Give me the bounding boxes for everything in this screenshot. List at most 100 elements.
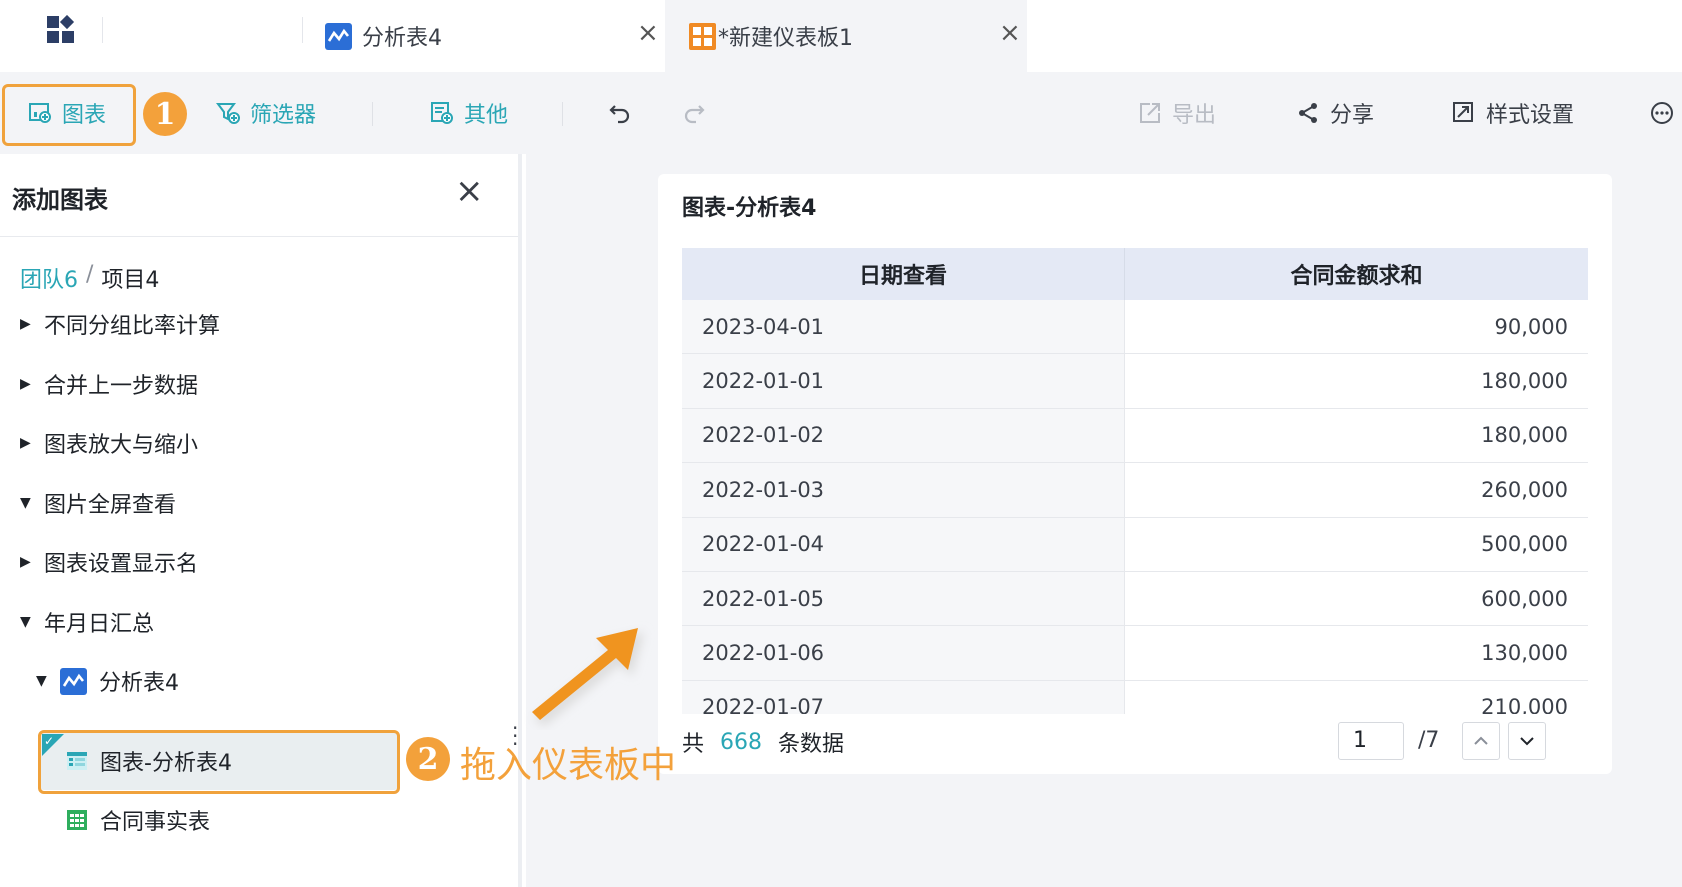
toolbar-divider [562, 102, 563, 126]
date-cell: 2023-04-01 [682, 300, 1125, 354]
table-row: 2022-01-03 260,000 [682, 463, 1588, 518]
other-button-label: 其他 [464, 103, 509, 128]
date-cell: 2022-01-06 [682, 626, 1125, 680]
tab-divider [302, 17, 303, 43]
tree-folder[interactable]: ▶ 图表放大与缩小 [20, 425, 198, 461]
column-header[interactable]: 合同金额求和 [1125, 248, 1588, 300]
panel-divider [0, 236, 518, 237]
redo-icon [684, 105, 705, 124]
next-page-button[interactable] [1508, 722, 1546, 760]
caret-right-icon[interactable]: ▶ [20, 554, 38, 570]
caret-right-icon[interactable]: ▶ [20, 435, 38, 451]
prev-page-button[interactable] [1462, 722, 1500, 760]
export-button[interactable]: 导出 [1138, 72, 1216, 154]
add-other-icon [431, 102, 453, 124]
share-button[interactable]: 分享 [1296, 72, 1374, 154]
page-total: /7 [1418, 728, 1440, 753]
caret-right-icon[interactable]: ▶ [20, 316, 38, 332]
data-table: 日期查看 合同金额求和 2023-04-01 90,000 2022-01-01… [682, 248, 1588, 714]
table-row: 2022-01-06 130,000 [682, 626, 1588, 681]
apps-grid-icon[interactable] [46, 14, 76, 45]
caret-down-icon[interactable]: ▼ [20, 614, 38, 630]
annotation-text: 拖入仪表板中 [460, 745, 677, 786]
date-cell: 2022-01-05 [682, 571, 1125, 626]
undo-button[interactable] [608, 72, 642, 154]
record-count: 668 [720, 729, 763, 755]
tab-analysis-4[interactable]: 分析表4 × [325, 0, 665, 72]
tree-item-label: 合同事实表 [100, 810, 211, 835]
tree-folder-label: 不同分组比率计算 [44, 314, 221, 339]
tree-item-label: 图表-分析表4 [100, 751, 232, 776]
filter-button[interactable]: 筛选器 [216, 72, 316, 154]
tree-analysis-item[interactable]: ▼ 分析表4 [36, 663, 179, 699]
tree-folder[interactable]: ▶ 合并上一步数据 [20, 366, 198, 402]
other-button[interactable]: 其他 [430, 72, 508, 154]
tree-folder[interactable]: ▼ 图片全屏查看 [20, 485, 176, 521]
share-icon [1299, 103, 1317, 123]
date-cell: 2022-01-07 [682, 680, 1125, 714]
caret-down-icon[interactable]: ▼ [36, 673, 54, 689]
caret-down-icon[interactable]: ▼ [20, 495, 38, 511]
table-chart-icon [66, 750, 88, 772]
date-cell: 2022-01-01 [682, 354, 1125, 408]
caret-right-icon[interactable]: ▶ [20, 376, 38, 392]
drag-arrow-icon [532, 628, 644, 726]
table-header: 日期查看 合同金额求和 [682, 248, 1588, 300]
amount-cell: 90,000 [1494, 314, 1568, 339]
amount-cell: 180,000 [1481, 423, 1568, 448]
add-filter-icon [216, 103, 240, 124]
add-chart-panel: 添加图表 × 团队6 / 项目4 ▶ 不同分组比率计算 ▶ 合并上一步数据 ▶ … [0, 154, 522, 887]
tree-item-label: 分析表4 [99, 671, 179, 696]
data-table-icon [66, 809, 88, 831]
table-row: 2022-01-02 180,000 [682, 408, 1588, 464]
column-header[interactable]: 日期查看 [682, 248, 1125, 300]
tree-chart-item[interactable]: 图表-分析表4 [66, 743, 232, 779]
tab-bar: 分析表4 × *新建仪表板1 × [0, 0, 1682, 72]
amount-cell: 130,000 [1481, 641, 1568, 666]
chevron-down-icon [1520, 737, 1534, 746]
tab-label: *新建仪表板1 [718, 26, 853, 51]
close-panel-icon[interactable]: × [455, 174, 484, 208]
chart-card[interactable]: 图表-分析表4 日期查看 合同金额求和 2023-04-01 90,000 20… [658, 174, 1612, 774]
tree-table-item[interactable]: 合同事实表 [66, 802, 210, 838]
date-cell: 2022-01-04 [682, 517, 1125, 571]
tab-divider [102, 17, 103, 43]
pager-suffix: 条数据 [778, 732, 845, 757]
toolbar-divider [372, 102, 373, 126]
style-settings-label: 样式设置 [1486, 103, 1575, 128]
tab-new-dashboard[interactable]: *新建仪表板1 × [665, 0, 1027, 72]
breadcrumb-team[interactable]: 团队6 [20, 262, 78, 294]
amount-cell: 260,000 [1481, 477, 1568, 502]
amount-cell: 600,000 [1481, 586, 1568, 611]
tree-folder-label: 图表设置显示名 [44, 552, 199, 577]
share-button-label: 分享 [1330, 103, 1375, 128]
table-row: 2022-01-07 210,000 [682, 680, 1588, 714]
export-icon [1140, 103, 1160, 123]
tree-folder[interactable]: ▶ 图表设置显示名 [20, 544, 198, 580]
check-corner-icon: ✓ [42, 734, 64, 756]
close-tab-icon[interactable]: × [999, 20, 1021, 46]
tree-folder[interactable]: ▶ 不同分组比率计算 [20, 306, 220, 342]
tree-folder-label: 图表放大与缩小 [44, 433, 199, 458]
panel-title: 添加图表 [12, 186, 108, 214]
more-icon [1651, 102, 1673, 124]
undo-icon [609, 105, 630, 124]
close-tab-icon[interactable]: × [637, 20, 659, 46]
more-button[interactable] [1650, 72, 1682, 154]
table-row: 2022-01-01 180,000 [682, 354, 1588, 409]
breadcrumb-separator: / [86, 262, 94, 287]
page-number-input[interactable]: 1 [1338, 722, 1404, 760]
table-row: 2022-01-04 500,000 [682, 517, 1588, 572]
amount-cell: 500,000 [1481, 532, 1568, 557]
tab-label: 分析表4 [362, 26, 442, 51]
card-title: 图表-分析表4 [682, 196, 817, 221]
redo-button[interactable] [682, 72, 716, 154]
chart-button-highlight [2, 84, 136, 146]
style-settings-icon [1453, 102, 1473, 122]
tree-folder[interactable]: ▼ 年月日汇总 [20, 604, 154, 640]
filter-button-label: 筛选器 [250, 103, 317, 128]
toolbar: 图表 1 筛选器 其他 导出 分享 样式设置 [0, 72, 1682, 154]
date-cell: 2022-01-03 [682, 463, 1125, 517]
style-settings-button[interactable]: 样式设置 [1452, 72, 1574, 154]
analysis-chart-icon [325, 22, 352, 50]
